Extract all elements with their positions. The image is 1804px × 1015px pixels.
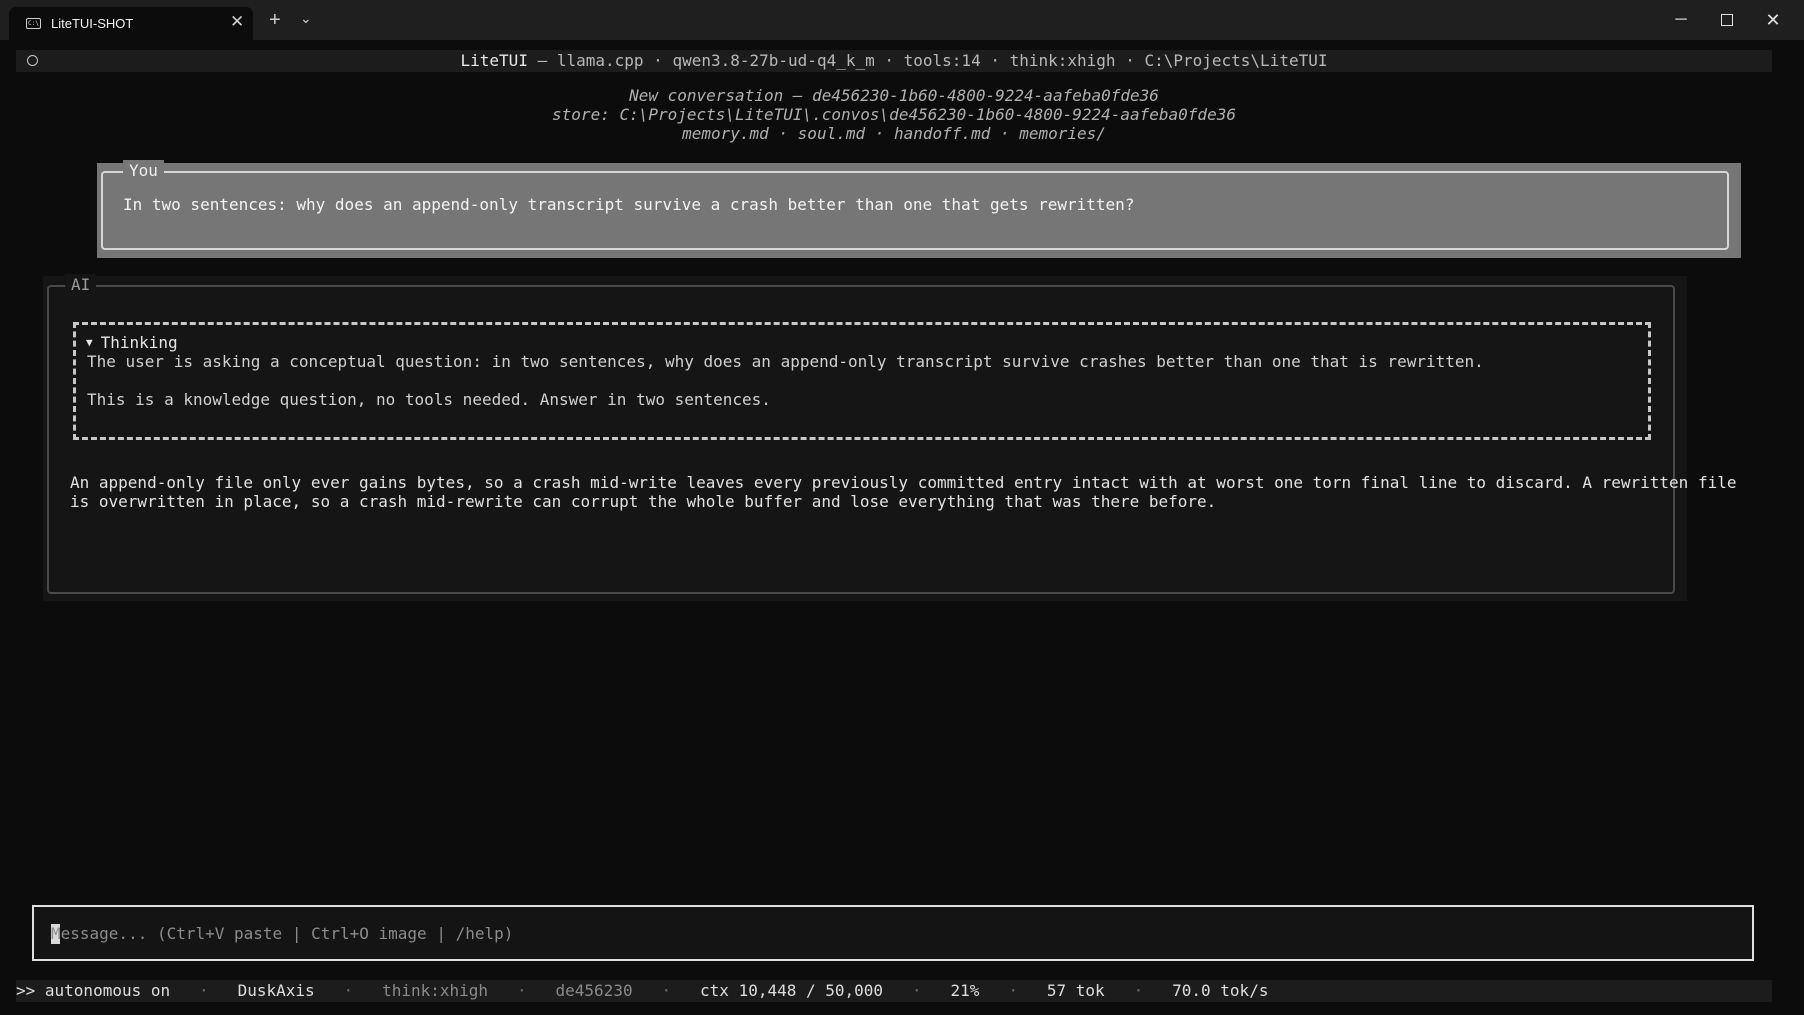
thinking-toggle[interactable]: ▼ Thinking [86,333,178,352]
new-tab-icon[interactable]: + [269,10,281,30]
ai-answer-line: An append-only file only ever gains byte… [70,473,1737,492]
ai-message: AI ▼ Thinking The user is asking a concep… [43,274,1736,601]
thinking-block: ▼ Thinking The user is asking a conceptua… [73,322,1651,440]
user-message: You In two sentences: why does an append… [97,160,1741,258]
ai-label: AI [65,274,97,296]
thinking-text-line: This is a knowledge question, no tools n… [87,390,771,409]
terminal-icon: C:\ [26,18,41,29]
message-input[interactable] [51,907,1731,959]
user-message-text: In two sentences: why does an append-onl… [123,195,1135,214]
separator: · [911,981,922,1000]
tab-title: LiteTUI-SHOT [51,16,134,31]
context-usage: ctx 10,448 / 50,000 [700,981,884,1000]
conversation-files: memory.md · soul.md · handoff.md · memor… [682,124,1106,143]
think-level: think:xhigh [382,981,489,1000]
status-bar: >> autonomous on · DuskAxis · think:xhig… [16,980,1772,1002]
header-bar: LiteTUI — llama.cpp · qwen3.8-27b-ud-q4_… [16,50,1772,72]
session-id: de456230 [555,981,633,1000]
persona-name: DuskAxis [237,981,315,1000]
user-label: You [123,160,164,182]
autonomous-mode-status: >> autonomous on [16,981,171,1000]
conversation-store-path: store: C:\Projects\LiteTUI\.convos\de456… [552,105,1236,124]
tab-close-icon[interactable]: ✕ [230,12,244,32]
separator: · [343,981,354,1000]
conversation-title: New conversation — de456230-1b60-4800-92… [629,86,1159,105]
header-info: LiteTUI — llama.cpp · qwen3.8-27b-ud-q4_… [16,51,1772,70]
separator: · [516,981,527,1000]
chevron-down-icon[interactable]: ⌄ [300,10,312,27]
ai-message-frame: AI ▼ Thinking The user is asking a concep… [47,274,1736,594]
terminal-area: LiteTUI — llama.cpp · qwen3.8-27b-ud-q4_… [16,40,1772,1002]
terminal-tab[interactable]: C:\ LiteTUI-SHOT ✕ [9,7,253,40]
separator: · [199,981,209,1000]
token-speed: 70.0 tok/s [1172,981,1269,1000]
maximize-icon[interactable] [1704,6,1750,34]
separator: · [1008,981,1018,1000]
close-window-icon[interactable]: ✕ [1750,6,1796,34]
window-titlebar: C:\ LiteTUI-SHOT ✕ + ⌄ ─ ✕ [0,0,1804,40]
context-percent: 21% [950,981,980,1000]
user-message-frame: You In two sentences: why does an append… [101,160,1729,250]
ai-answer-line: is overwritten in place, so a crash mid-… [70,492,1217,511]
header-details: — llama.cpp · qwen3.8-27b-ud-q4_k_m · to… [527,51,1328,70]
thinking-title: Thinking [100,333,178,352]
minimize-icon[interactable]: ─ [1658,6,1704,34]
separator: · [661,981,672,1000]
thinking-text-line: The user is asking a conceptual question… [87,352,1484,371]
token-count: 57 tok [1046,981,1105,1000]
message-input-box[interactable] [32,905,1754,961]
triangle-down-icon: ▼ [86,336,93,349]
app-name: LiteTUI [460,51,528,70]
separator: · [1133,981,1144,1000]
